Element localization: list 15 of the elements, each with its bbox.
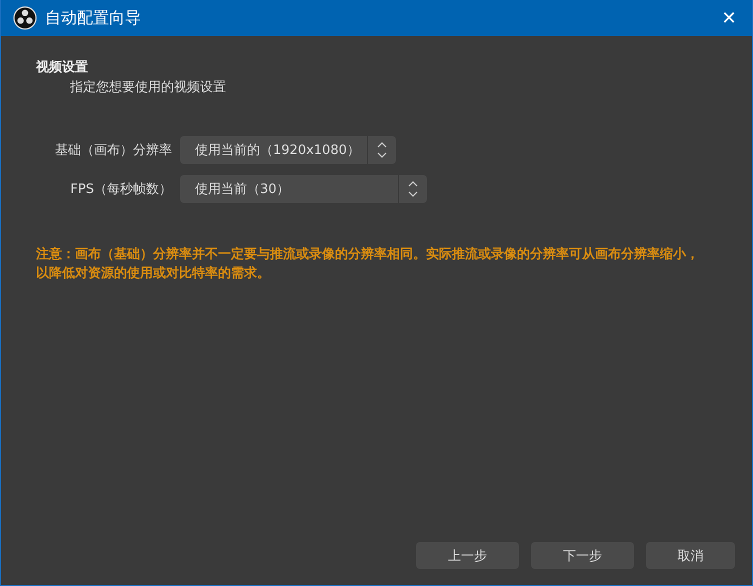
dialog-button[interactable]: 取消 (646, 542, 735, 569)
dialog-button[interactable]: 上一步 (416, 542, 519, 569)
dropdown[interactable]: 使用当前的（1920x1080） (180, 136, 396, 164)
field-label: 基础（画布）分辨率 (54, 142, 172, 159)
section-title: 视频设置 (36, 59, 89, 76)
window-title: 自动配置向导 (45, 8, 142, 28)
warning-note: 注意：画布（基础）分辨率并不一定要与推流或录像的分辨率相同。实际推流或录像的分辨率可从画布分辨率缩小，以降低对资源的使用或对比特率的需求。 (36, 246, 700, 283)
dialog-button[interactable]: 下一步 (531, 542, 634, 569)
logo-icon (13, 6, 37, 30)
field-label: FPS（每秒帧数） (69, 181, 172, 198)
section-subtitle: 指定您想要使用的视频设置 (70, 79, 227, 96)
dropdown[interactable]: 使用当前（30） (180, 175, 427, 203)
close-button[interactable]: ✕ (706, 0, 752, 36)
spinner-arrows-icon (408, 180, 418, 198)
spinner-arrows-icon (377, 141, 387, 159)
